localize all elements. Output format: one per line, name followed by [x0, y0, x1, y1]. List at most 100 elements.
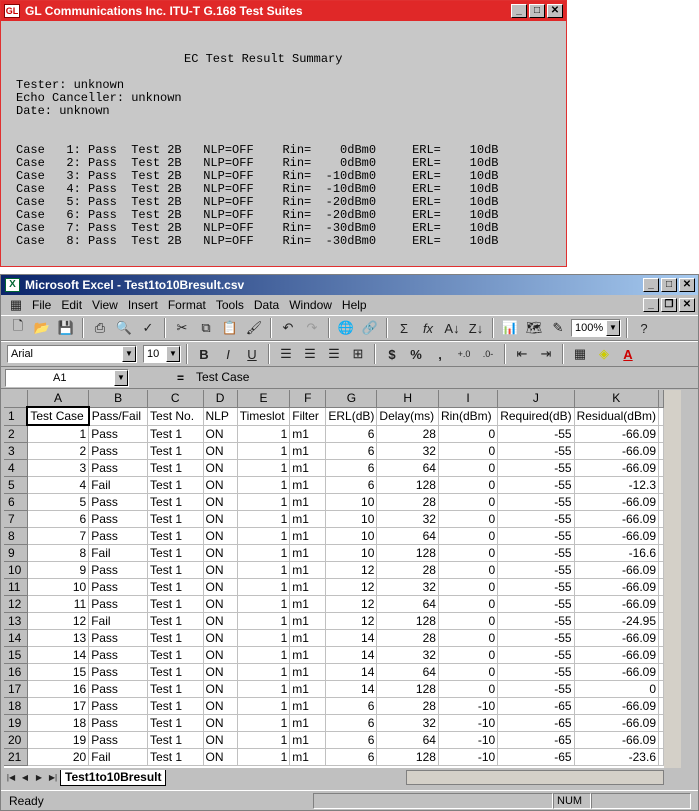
row-header[interactable]: 3 — [4, 442, 28, 460]
cut-icon[interactable]: ✂ — [171, 317, 193, 339]
cell[interactable]: Pass — [88, 680, 149, 698]
formula-input[interactable]: Test Case — [194, 368, 698, 387]
preview-icon[interactable]: 🔍 — [113, 317, 135, 339]
cell[interactable]: Test 1 — [147, 510, 204, 528]
cell[interactable]: 7 — [27, 527, 90, 545]
format-painter-icon[interactable]: 🖌 — [243, 317, 265, 339]
cell[interactable]: Test 1 — [147, 629, 204, 647]
cell[interactable]: 0 — [438, 476, 499, 494]
cell[interactable]: -55 — [497, 629, 575, 647]
bold-icon[interactable]: B — [193, 343, 215, 365]
drawing-icon[interactable]: ✎ — [547, 317, 569, 339]
last-sheet-icon[interactable]: ▶| — [46, 767, 60, 789]
row-header[interactable]: 4 — [4, 459, 28, 477]
cell[interactable]: 0 — [438, 595, 499, 613]
function-icon[interactable]: fx — [417, 317, 439, 339]
menu-tools[interactable]: Tools — [211, 298, 249, 312]
cell[interactable]: m1 — [289, 714, 327, 732]
cell[interactable]: -66.09 — [574, 714, 660, 732]
cell[interactable]: Pass — [88, 595, 149, 613]
cell[interactable]: m1 — [289, 595, 327, 613]
cell[interactable]: 1 — [237, 425, 291, 443]
cell[interactable]: -10 — [438, 748, 499, 766]
row-header[interactable]: 12 — [4, 595, 28, 613]
cell[interactable]: Pass — [88, 510, 149, 528]
menu-edit[interactable]: Edit — [56, 298, 87, 312]
cell[interactable]: 2 — [27, 442, 90, 460]
cell[interactable]: -55 — [497, 459, 575, 477]
excel-maximize-button[interactable]: □ — [661, 278, 677, 292]
column-header-a[interactable]: A — [27, 390, 90, 408]
cell[interactable]: m1 — [289, 459, 327, 477]
cell[interactable]: Required(dB) — [497, 407, 575, 426]
row-header[interactable]: 15 — [4, 646, 28, 664]
underline-icon[interactable]: U — [241, 343, 263, 365]
redo-icon[interactable]: ↷ — [301, 317, 323, 339]
decrease-decimal-icon[interactable]: .0- — [477, 343, 499, 365]
cell[interactable]: -66.09 — [574, 629, 660, 647]
worksheet-grid[interactable]: ABCDEFGHIJK 1 Test Case Pass/Fail Test No. N… — [4, 390, 664, 768]
row-header[interactable]: 9 — [4, 544, 28, 562]
cell[interactable]: m1 — [289, 544, 327, 562]
select-all-corner[interactable] — [4, 390, 28, 408]
cell[interactable] — [658, 407, 664, 426]
comma-icon[interactable]: , — [429, 343, 451, 365]
cell[interactable]: 32 — [376, 510, 439, 528]
font-size-select[interactable]: 10 ▼ — [143, 345, 181, 363]
chevron-down-icon[interactable]: ▼ — [122, 346, 136, 362]
cell[interactable]: Test 1 — [147, 561, 204, 579]
cell[interactable]: 28 — [376, 493, 439, 511]
increase-decimal-icon[interactable]: +.0 — [453, 343, 475, 365]
cell[interactable]: ON — [203, 714, 238, 732]
cell[interactable]: ON — [203, 578, 238, 596]
cell[interactable]: 128 — [376, 680, 439, 698]
row-header[interactable]: 11 — [4, 578, 28, 596]
print-icon[interactable]: ⎙ — [89, 317, 111, 339]
excel-minimize-button[interactable]: _ — [643, 278, 659, 292]
next-sheet-icon[interactable]: ▶ — [32, 767, 46, 789]
prev-sheet-icon[interactable]: ◀ — [18, 767, 32, 789]
help-icon[interactable]: ? — [633, 317, 655, 339]
column-header-k[interactable]: K — [574, 390, 660, 408]
cell[interactable]: 128 — [376, 476, 439, 494]
cell[interactable]: -55 — [497, 425, 575, 443]
cell[interactable]: 28 — [376, 561, 439, 579]
cell[interactable]: -55 — [497, 527, 575, 545]
cell[interactable]: m1 — [289, 561, 327, 579]
cell[interactable]: -66.09 — [574, 578, 660, 596]
cell[interactable]: Timeslot — [237, 407, 291, 426]
cell[interactable] — [658, 663, 664, 681]
row-header[interactable]: 2 — [4, 425, 28, 443]
cell[interactable]: m1 — [289, 748, 327, 766]
cell[interactable]: Test 1 — [147, 425, 204, 443]
cell[interactable] — [658, 731, 664, 749]
cell[interactable] — [658, 697, 664, 715]
cell[interactable]: 0 — [438, 544, 499, 562]
cell[interactable]: 28 — [376, 697, 439, 715]
cell[interactable]: -55 — [497, 544, 575, 562]
cell[interactable]: Pass — [88, 442, 149, 460]
cell[interactable]: 1 — [237, 510, 291, 528]
row-header[interactable]: 10 — [4, 561, 28, 579]
cell[interactable]: 14 — [325, 629, 378, 647]
cell[interactable]: ON — [203, 697, 238, 715]
menu-format[interactable]: Format — [163, 298, 211, 312]
cell[interactable] — [658, 459, 664, 477]
cell[interactable]: ON — [203, 646, 238, 664]
cell[interactable]: 1 — [237, 493, 291, 511]
cell[interactable]: m1 — [289, 731, 327, 749]
cell[interactable]: -10 — [438, 697, 499, 715]
chevron-down-icon[interactable]: ▼ — [166, 346, 180, 362]
row-header[interactable]: 17 — [4, 680, 28, 698]
column-header-h[interactable]: H — [376, 390, 439, 408]
cell[interactable]: m1 — [289, 697, 327, 715]
menu-data[interactable]: Data — [249, 298, 284, 312]
cell[interactable]: 128 — [376, 612, 439, 630]
cell[interactable]: 6 — [325, 459, 378, 477]
row-header[interactable]: 8 — [4, 527, 28, 545]
cell[interactable]: 12 — [325, 578, 378, 596]
column-header-j[interactable]: J — [497, 390, 575, 408]
cell[interactable]: 32 — [376, 646, 439, 664]
cell[interactable]: 1 — [237, 612, 291, 630]
cell[interactable]: ON — [203, 731, 238, 749]
